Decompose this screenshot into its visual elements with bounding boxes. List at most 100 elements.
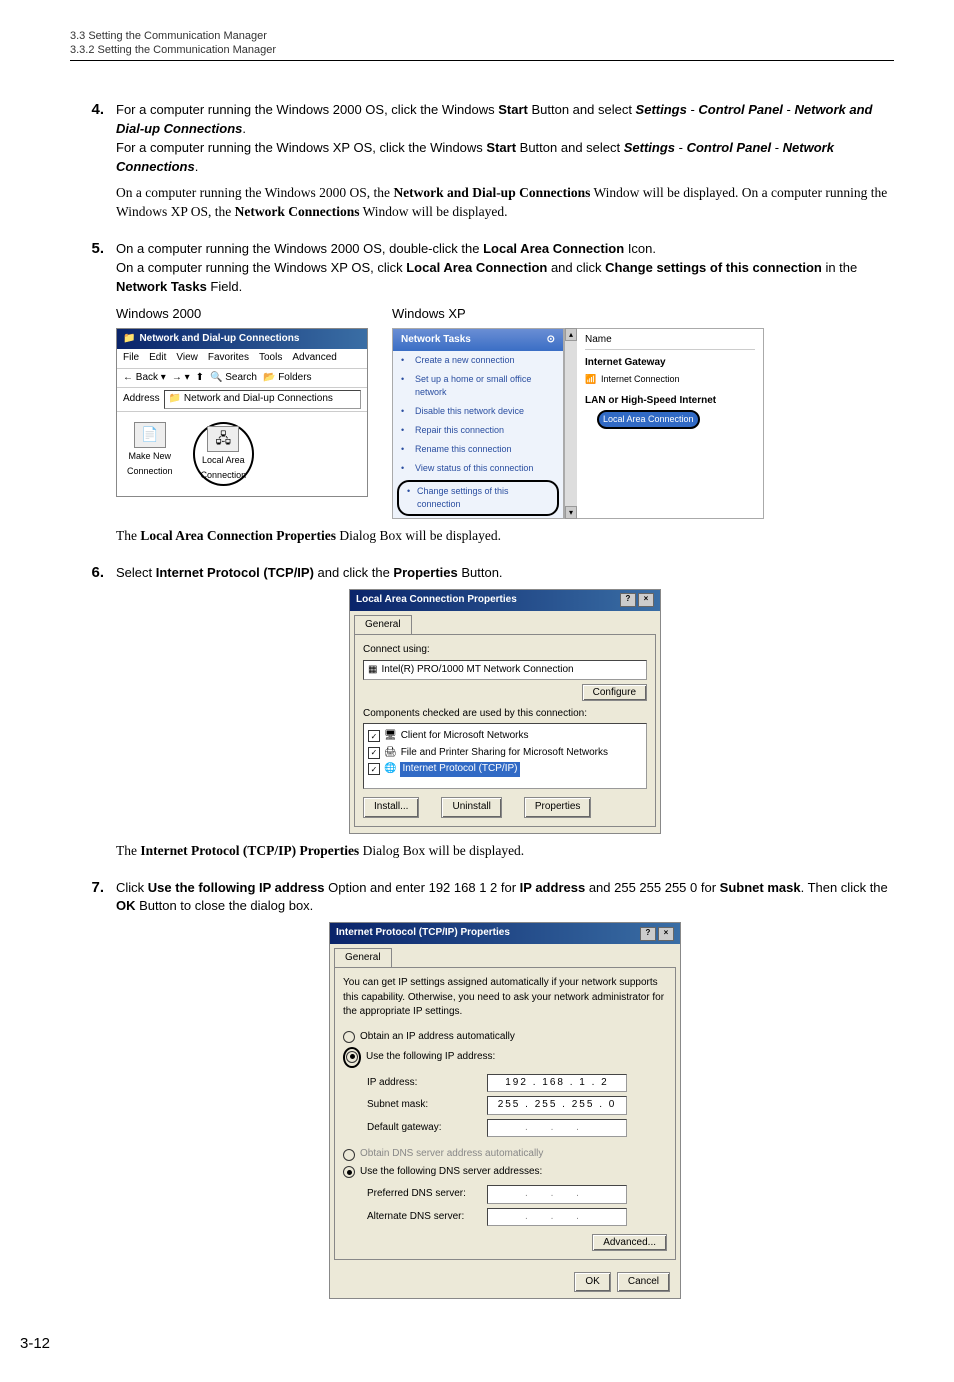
text: Local Area (202, 454, 245, 467)
xp-internet-connection[interactable]: Internet Connection (585, 371, 755, 388)
close-button[interactable]: × (638, 593, 654, 607)
text: The (116, 843, 140, 858)
folders-label: Folders (278, 372, 311, 383)
radio-icon[interactable] (343, 1031, 355, 1043)
text: Use the following DNS server addresses: (360, 1165, 542, 1180)
back-button[interactable]: ← Back ▾ (123, 371, 166, 386)
xp-task-status[interactable]: View status of this connection (393, 459, 563, 478)
install-button[interactable]: Install... (363, 797, 419, 818)
header-section: 3.3 Setting the Communication Manager (70, 30, 894, 42)
scrollbar[interactable]: ▴ ▾ (564, 328, 577, 520)
text: On a computer running the Windows XP OS,… (116, 260, 406, 275)
win2000-titlebar: 📁 Network and Dial-up Connections (117, 329, 367, 350)
ip-description: You can get IP settings assigned automat… (343, 976, 667, 1020)
step-7-num: 7. (70, 879, 116, 1306)
step-4: 4. For a computer running the Windows 20… (70, 101, 894, 222)
text: Field. (207, 279, 242, 294)
radio-icon[interactable] (343, 1166, 355, 1178)
gateway-input[interactable]: . . . (487, 1119, 627, 1138)
subnet-mask-input[interactable]: 255 . 255 . 255 . 0 (487, 1096, 627, 1115)
search-label: Search (225, 372, 257, 383)
xp-task-create[interactable]: Create a new connection (393, 351, 563, 370)
search-button[interactable]: 🔍 Search (210, 371, 257, 386)
wizard-icon: 📄 (134, 422, 166, 448)
ip-properties-dialog: Internet Protocol (TCP/IP) Properties ? … (329, 922, 681, 1299)
text: Internet Protocol (TCP/IP) (400, 762, 519, 777)
checkbox-icon[interactable]: ✓ (368, 763, 380, 775)
text: Network and Dial-up Connections (393, 185, 590, 200)
text: Option and enter 192 168 1 2 for (325, 880, 520, 895)
text: Client for Microsoft Networks (401, 729, 529, 744)
text: Subnet mask (720, 880, 801, 895)
properties-button[interactable]: Properties (524, 797, 592, 818)
scroll-up-icon[interactable]: ▴ (565, 328, 577, 342)
menu-file[interactable]: File (123, 351, 139, 366)
xp-task-disable[interactable]: Disable this network device (393, 402, 563, 421)
preferred-dns-label: Preferred DNS server: (367, 1187, 487, 1202)
advanced-button[interactable]: Advanced... (592, 1234, 667, 1251)
uninstall-button[interactable]: Uninstall (441, 797, 501, 818)
make-new-connection-icon[interactable]: 📄 Make New Connection (127, 422, 173, 486)
text: Internet Protocol (TCP/IP) Properties (140, 843, 359, 858)
comp-client[interactable]: ✓🖥Client for Microsoft Networks (368, 728, 642, 745)
address-value: Network and Dial-up Connections (184, 393, 333, 404)
xp-tasks-header-label: Network Tasks (401, 333, 471, 348)
text: . Then click the (801, 880, 888, 895)
menu-advanced[interactable]: Advanced (292, 351, 336, 366)
text: Start (498, 102, 528, 117)
text: Button. (458, 565, 503, 580)
xp-task-setup[interactable]: Set up a home or small office network (393, 370, 563, 402)
text: in the (822, 260, 857, 275)
local-area-connection-icon[interactable]: 🖧 Local Area Connection (193, 422, 255, 486)
cancel-button[interactable]: Cancel (617, 1272, 670, 1293)
text: - (783, 102, 795, 117)
close-button[interactable]: × (658, 927, 674, 941)
radio-use-dns[interactable]: Use the following DNS server addresses: (343, 1165, 667, 1180)
general-tab[interactable]: General (334, 948, 392, 968)
checkbox-icon[interactable]: ✓ (368, 747, 380, 759)
help-button[interactable]: ? (640, 927, 656, 941)
general-tab[interactable]: General (354, 615, 412, 635)
text: - (771, 140, 783, 155)
text: Use the following IP address: (366, 1050, 495, 1065)
configure-button[interactable]: Configure (582, 684, 647, 701)
adapter-field: ▦ Intel(R) PRO/1000 MT Network Connectio… (363, 660, 647, 681)
forward-button[interactable]: → ▾ (172, 371, 190, 386)
comp-fileprint[interactable]: ✓🖨File and Printer Sharing for Microsoft… (368, 745, 642, 762)
xp-task-change-settings[interactable]: Change settings of this connection (397, 480, 559, 516)
help-button[interactable]: ? (620, 593, 636, 607)
alternate-dns-label: Alternate DNS server: (367, 1210, 487, 1225)
xp-tasks-header[interactable]: Network Tasks ⊙ (393, 329, 563, 352)
adapter-name: Intel(R) PRO/1000 MT Network Connection (381, 663, 573, 678)
preferred-dns-input[interactable]: . . . (487, 1185, 627, 1204)
xp-task-rename[interactable]: Rename this connection (393, 440, 563, 459)
ip-address-input[interactable]: 192 . 168 . 1 . 2 (487, 1074, 627, 1093)
checkbox-icon[interactable]: ✓ (368, 730, 380, 742)
alternate-dns-input[interactable]: . . . (487, 1208, 627, 1227)
ip-title-text: Internet Protocol (TCP/IP) Properties (336, 926, 510, 941)
address-field[interactable]: 📁 Network and Dial-up Connections (164, 390, 361, 409)
scroll-down-icon[interactable]: ▾ (565, 506, 577, 520)
radio-icon[interactable] (346, 1051, 358, 1063)
menu-tools[interactable]: Tools (259, 351, 282, 366)
text: Click (116, 880, 148, 895)
xp-task-repair[interactable]: Repair this connection (393, 421, 563, 440)
ip-titlebar: Internet Protocol (TCP/IP) Properties ? … (330, 923, 680, 944)
text: File and Printer Sharing for Microsoft N… (401, 746, 608, 761)
comp-tcpip[interactable]: ✓🌐Internet Protocol (TCP/IP) (368, 761, 642, 778)
xp-local-area-connection[interactable]: Local Area Connection (597, 410, 700, 429)
collapse-icon[interactable]: ⊙ (547, 333, 555, 348)
radio-use-ip[interactable]: Use the following IP address: (343, 1047, 667, 1068)
menu-view[interactable]: View (176, 351, 198, 366)
radio-obtain-ip[interactable]: Obtain an IP address automatically (343, 1030, 667, 1045)
components-list: ✓🖥Client for Microsoft Networks ✓🖨File a… (363, 723, 647, 789)
menu-favorites[interactable]: Favorites (208, 351, 249, 366)
menu-edit[interactable]: Edit (149, 351, 166, 366)
win2000-menubar: File Edit View Favorites Tools Advanced (117, 349, 367, 369)
label-winxp: Windows XP (392, 305, 764, 324)
text: Local Area Connection (406, 260, 547, 275)
text: Properties (393, 565, 457, 580)
up-button[interactable]: ⬆ (196, 371, 204, 386)
ok-button[interactable]: OK (574, 1272, 610, 1293)
folders-button[interactable]: 📂 Folders (263, 371, 312, 386)
